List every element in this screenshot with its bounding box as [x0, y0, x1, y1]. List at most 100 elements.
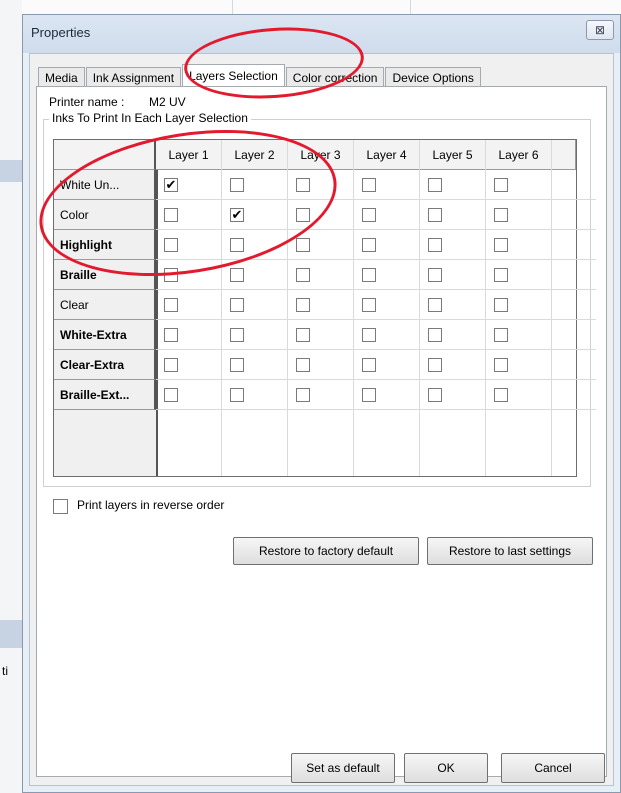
- layer-checkbox[interactable]: [494, 358, 508, 372]
- reverse-order-checkbox[interactable]: [53, 499, 68, 514]
- tab-color-correction[interactable]: Color correction: [285, 67, 385, 87]
- layer-checkbox[interactable]: [230, 358, 244, 372]
- layer-checkbox[interactable]: [362, 208, 376, 222]
- ok-button[interactable]: OK: [404, 753, 488, 783]
- column-header-filler: [552, 140, 576, 170]
- layer-checkbox[interactable]: [494, 298, 508, 312]
- row-header[interactable]: Braille: [54, 260, 156, 290]
- layer-checkbox[interactable]: [230, 328, 244, 342]
- layer-checkbox[interactable]: [230, 388, 244, 402]
- layer-checkbox[interactable]: [494, 208, 508, 222]
- layer-checkbox[interactable]: [494, 178, 508, 192]
- layer-checkbox[interactable]: [296, 388, 310, 402]
- layer-checkbox[interactable]: [362, 238, 376, 252]
- layer-checkbox[interactable]: [362, 178, 376, 192]
- layer-checkbox[interactable]: [230, 178, 244, 192]
- layer-checkbox[interactable]: [428, 328, 442, 342]
- row-header[interactable]: White Un...: [54, 170, 156, 200]
- grid-line: [287, 140, 288, 476]
- background-block: [0, 160, 22, 182]
- layer-checkbox[interactable]: [362, 268, 376, 282]
- layer-checkbox[interactable]: [164, 298, 178, 312]
- grid-line: [156, 199, 596, 200]
- layer-checkbox[interactable]: [362, 298, 376, 312]
- layer-checkbox[interactable]: [296, 298, 310, 312]
- layer-checkbox[interactable]: [296, 268, 310, 282]
- layer-checkbox[interactable]: [164, 328, 178, 342]
- cancel-button[interactable]: Cancel: [501, 753, 605, 783]
- column-header[interactable]: Layer 6: [486, 140, 552, 170]
- tab-media[interactable]: Media: [38, 67, 85, 87]
- layer-checkbox[interactable]: [428, 298, 442, 312]
- grid-corner: [54, 140, 156, 170]
- background-divider: [410, 0, 411, 14]
- tab-layers-selection[interactable]: Layers Selection: [182, 64, 285, 88]
- grid-line: [419, 140, 420, 476]
- grid-line: [156, 289, 596, 290]
- restore-last-button[interactable]: Restore to last settings: [427, 537, 593, 565]
- restore-factory-button[interactable]: Restore to factory default: [233, 537, 419, 565]
- close-button[interactable]: ⊠: [586, 20, 614, 40]
- column-header[interactable]: Layer 5: [420, 140, 486, 170]
- title-bar[interactable]: Properties ⊠: [23, 15, 620, 53]
- grid-line: [156, 259, 596, 260]
- row-header[interactable]: Braille-Ext...: [54, 380, 156, 410]
- column-header[interactable]: Layer 4: [354, 140, 420, 170]
- layer-checkbox[interactable]: [362, 358, 376, 372]
- row-header[interactable]: White-Extra: [54, 320, 156, 350]
- column-header[interactable]: Layer 1: [156, 140, 222, 170]
- layer-checkbox[interactable]: [164, 238, 178, 252]
- layer-checkbox[interactable]: [494, 388, 508, 402]
- tab-strip: Media Ink Assignment Layers Selection Co…: [38, 63, 482, 88]
- row-header[interactable]: Highlight: [54, 230, 156, 260]
- layer-checkbox[interactable]: [428, 388, 442, 402]
- grid-line: [353, 140, 354, 476]
- dialog-client: Media Ink Assignment Layers Selection Co…: [29, 53, 614, 786]
- grid-line: [551, 140, 552, 476]
- grid-line: [156, 319, 596, 320]
- background-text: ti: [2, 664, 8, 678]
- layer-checkbox[interactable]: [494, 268, 508, 282]
- tab-device-options[interactable]: Device Options: [385, 67, 481, 87]
- grid-line: [156, 229, 596, 230]
- layer-checkbox[interactable]: [428, 358, 442, 372]
- layer-checkbox[interactable]: ✔: [230, 208, 244, 222]
- layer-checkbox[interactable]: ✔: [164, 178, 178, 192]
- grid-line: [156, 379, 596, 380]
- close-icon: ⊠: [594, 23, 606, 37]
- layer-checkbox[interactable]: [428, 208, 442, 222]
- background-block: [0, 620, 22, 648]
- printer-name-value: M2 UV: [149, 95, 186, 109]
- layer-checkbox[interactable]: [230, 268, 244, 282]
- layer-checkbox[interactable]: [296, 208, 310, 222]
- reverse-order-label: Print layers in reverse order: [77, 498, 225, 512]
- layer-checkbox[interactable]: [164, 268, 178, 282]
- layer-checkbox[interactable]: [296, 358, 310, 372]
- row-header[interactable]: Clear: [54, 290, 156, 320]
- layer-checkbox[interactable]: [164, 388, 178, 402]
- layer-checkbox[interactable]: [296, 238, 310, 252]
- layer-checkbox[interactable]: [428, 238, 442, 252]
- layer-checkbox[interactable]: [296, 328, 310, 342]
- layer-checkbox[interactable]: [230, 298, 244, 312]
- column-header[interactable]: Layer 2: [222, 140, 288, 170]
- set-as-default-button[interactable]: Set as default: [291, 753, 395, 783]
- tab-ink-assignment[interactable]: Ink Assignment: [85, 67, 182, 87]
- layer-grid: Layer 1 Layer 2 Layer 3 Layer 4 Layer 5 Layer…: [53, 139, 596, 477]
- group-title: Inks To Print In Each Layer Selection: [49, 111, 251, 125]
- column-header[interactable]: Layer 3: [288, 140, 354, 170]
- layer-checkbox[interactable]: [164, 358, 178, 372]
- layers-selection-panel: Printer name : M2 UV Inks To Print In Ea…: [36, 86, 607, 777]
- layer-checkbox[interactable]: [494, 238, 508, 252]
- row-header[interactable]: Color: [54, 200, 156, 230]
- layer-checkbox[interactable]: [164, 208, 178, 222]
- layer-checkbox[interactable]: [362, 328, 376, 342]
- layer-checkbox[interactable]: [428, 178, 442, 192]
- grid-line: [156, 409, 596, 410]
- row-header[interactable]: Clear-Extra: [54, 350, 156, 380]
- layer-checkbox[interactable]: [428, 268, 442, 282]
- layer-checkbox[interactable]: [230, 238, 244, 252]
- layer-checkbox[interactable]: [494, 328, 508, 342]
- layer-checkbox[interactable]: [362, 388, 376, 402]
- layer-checkbox[interactable]: [296, 178, 310, 192]
